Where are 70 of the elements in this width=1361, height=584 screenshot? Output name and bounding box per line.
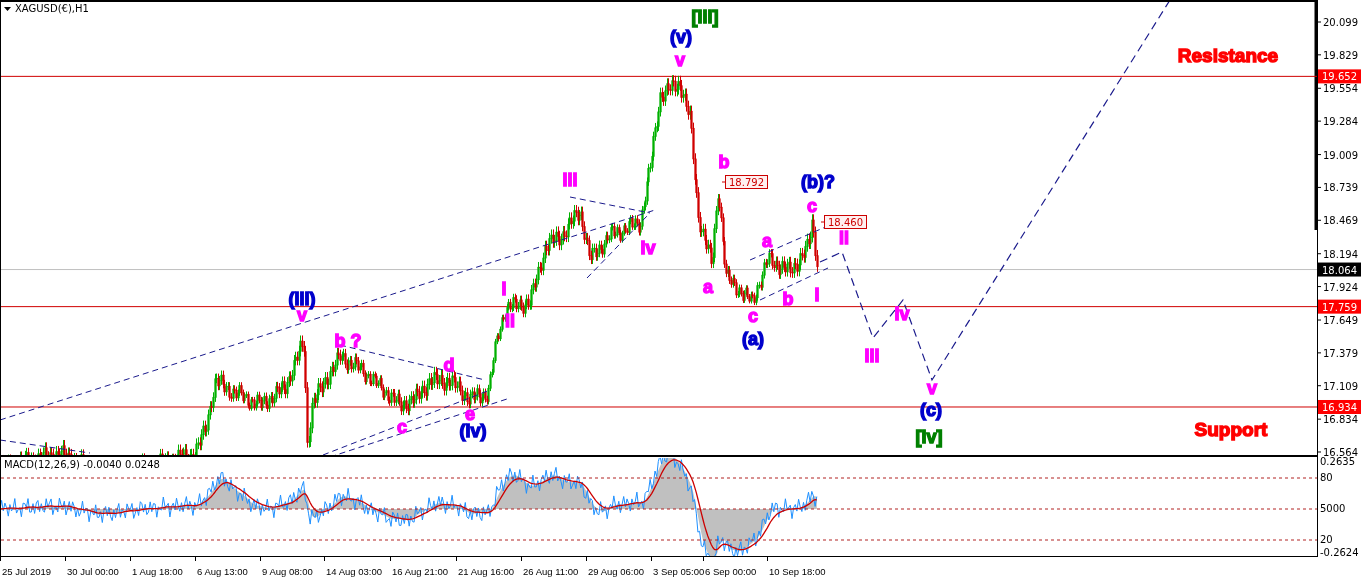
wave-label: b: [782, 289, 794, 309]
wave-label: i: [501, 279, 507, 299]
time-axis-label: 30 Jul 00:00: [67, 566, 119, 577]
price-axis-label: 18.469: [1323, 215, 1358, 227]
price-axis-label: 18.739: [1323, 182, 1358, 194]
price-tag: 16.934: [1318, 400, 1361, 414]
time-axis-label: 14 Aug 03:00: [326, 566, 382, 577]
wave-label: a: [703, 277, 713, 297]
time-axis-label: 6 Sep 00:00: [705, 566, 757, 577]
price-axis-label: 16.564: [1323, 447, 1358, 458]
price-axis-label: 17.109: [1323, 380, 1358, 392]
time-axis-label: 29 Aug 06:00: [588, 566, 644, 577]
price-tag: 17.759: [1318, 299, 1361, 314]
price-axis-label: 17.924: [1323, 281, 1358, 293]
price-axis-label: 19.554: [1323, 83, 1358, 95]
wave-label: v: [675, 50, 685, 70]
wave-label: (b)?: [801, 172, 835, 192]
macd-indicator-label: MACD(12,26,9) -0.0040 0.0248: [4, 459, 160, 470]
price-axis-label: 19.829: [1323, 49, 1358, 61]
price-label: 18.460: [820, 215, 867, 229]
dropdown-triangle-icon[interactable]: [4, 7, 11, 11]
price-axis-label: 19.009: [1323, 149, 1358, 161]
time-axis-label: 6 Aug 13:00: [197, 566, 248, 577]
wave-label: (v): [670, 27, 692, 47]
wave-label: a: [762, 231, 772, 251]
price-axis-label: 19.284: [1323, 116, 1358, 128]
time-axis-label: 9 Aug 08:00: [262, 566, 313, 577]
wave-label: (c): [920, 400, 942, 420]
wave-label: ii: [505, 311, 515, 331]
time-axis-label: 21 Aug 16:00: [458, 566, 514, 577]
time-axis-label: 16 Aug 21:00: [392, 566, 448, 577]
chart-symbol-title: XAGUSD(€),H1: [15, 3, 89, 14]
price-tag: 18.064: [1318, 262, 1361, 277]
wave-label: iv: [894, 304, 910, 324]
wave-label: iv: [640, 238, 656, 258]
price-axis-label: 17.649: [1323, 315, 1358, 326]
wave-label: (a): [742, 329, 764, 349]
wave-label: c: [397, 417, 407, 437]
price-axis-label: 18.194: [1323, 248, 1358, 260]
wave-label: iii: [562, 170, 578, 190]
time-axis-label: 1 Aug 18:00: [132, 566, 183, 577]
time-axis-label: 3 Sep 05:00: [653, 566, 705, 577]
macd-axis-label: 80: [1320, 472, 1333, 483]
price-axis-label: 16.834: [1323, 414, 1358, 426]
wave-label: b: [718, 152, 730, 172]
macd-axis-label: 20: [1320, 534, 1333, 545]
wave-label: iii: [864, 346, 880, 366]
macd-axis-label: 0.2635: [1320, 456, 1355, 467]
wave-label: v: [927, 378, 937, 398]
wave-label: i: [814, 285, 820, 305]
price-axis-label: 20.099: [1323, 17, 1358, 28]
wave-label: c: [748, 306, 758, 326]
wave-label: ii: [839, 228, 849, 248]
time-axis-label: 26 Aug 11:00: [523, 566, 579, 577]
price-tag: 19.652: [1318, 69, 1361, 84]
wave-label: b ?: [334, 331, 362, 351]
zone-label: Resistance: [1177, 45, 1279, 66]
price-label: 18.792: [721, 175, 768, 189]
wave-label: d: [443, 355, 455, 375]
wave-label: [iv]: [915, 427, 943, 447]
wave-label: (iv): [459, 421, 487, 441]
price-axis-label: 17.379: [1323, 347, 1358, 359]
macd-axis-label: -0.2624: [1320, 547, 1359, 558]
wave-label: [iii]: [691, 7, 719, 27]
macd-axis-label: 5000: [1320, 503, 1346, 514]
time-axis-label: 10 Sep 18:00: [769, 566, 826, 577]
zone-label: Support: [1194, 419, 1268, 440]
time-axis-label: 25 Jul 2019: [2, 566, 52, 577]
wave-label: e: [465, 404, 475, 424]
wave-label: c: [807, 196, 817, 216]
